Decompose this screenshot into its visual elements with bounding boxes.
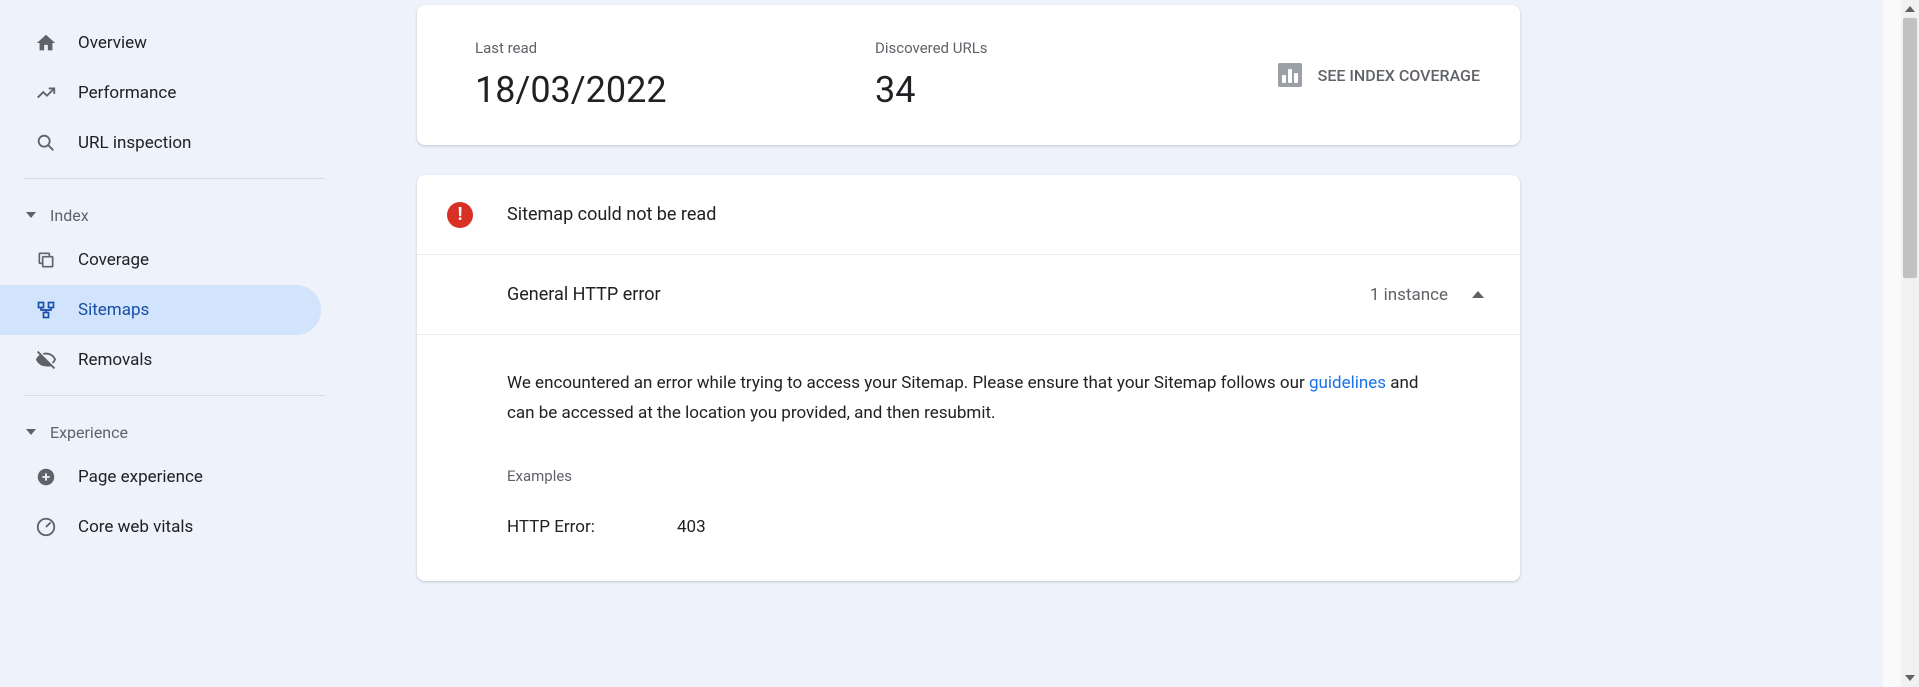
nav-overview[interactable]: Overview xyxy=(0,18,321,68)
divider xyxy=(24,178,325,179)
scroll-track[interactable] xyxy=(1901,18,1919,669)
error-reason-title: General HTTP error xyxy=(507,284,661,305)
nav-performance[interactable]: Performance xyxy=(0,68,321,118)
stat-last-read: Last read 18/03/2022 xyxy=(475,39,755,111)
nav-page-experience[interactable]: Page experience xyxy=(0,452,321,502)
nav-label: Removals xyxy=(78,350,152,370)
see-index-coverage-link[interactable]: SEE INDEX COVERAGE xyxy=(1278,63,1480,87)
bar-chart-icon xyxy=(1278,63,1302,87)
section-label: Experience xyxy=(50,423,128,442)
nav-removals[interactable]: Removals xyxy=(0,335,321,385)
error-icon: ! xyxy=(447,202,473,228)
section-header-experience[interactable]: Experience xyxy=(0,412,325,452)
error-description: We encountered an error while trying to … xyxy=(507,369,1430,429)
home-icon xyxy=(34,31,58,55)
stat-discovered-urls: Discovered URLs 34 xyxy=(875,39,1155,111)
visibility-off-icon xyxy=(34,348,58,372)
stats-card: Last read 18/03/2022 Discovered URLs 34 … xyxy=(417,5,1520,145)
circle-plus-icon xyxy=(34,465,58,489)
scroll-down-button[interactable] xyxy=(1901,669,1919,687)
section-header-index[interactable]: Index xyxy=(0,195,325,235)
scroll-up-button[interactable] xyxy=(1901,0,1919,18)
examples-label: Examples xyxy=(507,463,1430,489)
sidebar: Overview Performance URL inspection Inde… xyxy=(0,0,325,687)
stat-value: 18/03/2022 xyxy=(475,69,755,111)
nav-label: Page experience xyxy=(78,467,203,487)
chevron-down-icon xyxy=(26,429,36,435)
error-body: We encountered an error while trying to … xyxy=(417,335,1520,581)
see-index-label: SEE INDEX COVERAGE xyxy=(1318,66,1480,85)
sitemap-icon xyxy=(34,298,58,322)
copy-icon xyxy=(34,248,58,272)
nav-url-inspection[interactable]: URL inspection xyxy=(0,118,321,168)
stat-value: 34 xyxy=(875,69,1155,111)
example-value: 403 xyxy=(677,513,706,543)
error-title: Sitemap could not be read xyxy=(507,204,716,225)
divider xyxy=(24,395,325,396)
nav-core-web-vitals[interactable]: Core web vitals xyxy=(0,502,321,552)
nav-coverage[interactable]: Coverage xyxy=(0,235,321,285)
inner-scrollbar-track[interactable] xyxy=(1883,0,1901,687)
outer-scrollbar xyxy=(1901,0,1919,687)
nav-sitemaps[interactable]: Sitemaps xyxy=(0,285,321,335)
example-row: HTTP Error: 403 xyxy=(507,513,1430,543)
error-desc-pre: We encountered an error while trying to … xyxy=(507,373,1309,393)
nav-label: Performance xyxy=(78,83,176,103)
chevron-down-icon xyxy=(26,212,36,218)
scroll-thumb[interactable] xyxy=(1903,18,1917,278)
search-icon xyxy=(34,131,58,155)
nav-label: Core web vitals xyxy=(78,517,193,537)
nav-label: URL inspection xyxy=(78,133,191,153)
section-label: Index xyxy=(50,206,89,225)
stat-label: Last read xyxy=(475,39,755,57)
error-card: ! Sitemap could not be read General HTTP… xyxy=(417,175,1520,581)
nav-label: Sitemaps xyxy=(78,300,149,320)
stat-label: Discovered URLs xyxy=(875,39,1155,57)
guidelines-link[interactable]: guidelines xyxy=(1309,373,1386,393)
error-header: ! Sitemap could not be read xyxy=(417,175,1520,255)
trending-icon xyxy=(34,81,58,105)
nav-label: Coverage xyxy=(78,250,149,270)
nav-label: Overview xyxy=(78,33,147,53)
gauge-icon xyxy=(34,515,58,539)
error-reason-row[interactable]: General HTTP error 1 instance xyxy=(417,255,1520,335)
example-key: HTTP Error: xyxy=(507,513,677,543)
instance-count: 1 instance xyxy=(1370,285,1448,305)
main-content: Last read 18/03/2022 Discovered URLs 34 … xyxy=(417,5,1520,611)
chevron-up-icon xyxy=(1472,291,1484,298)
